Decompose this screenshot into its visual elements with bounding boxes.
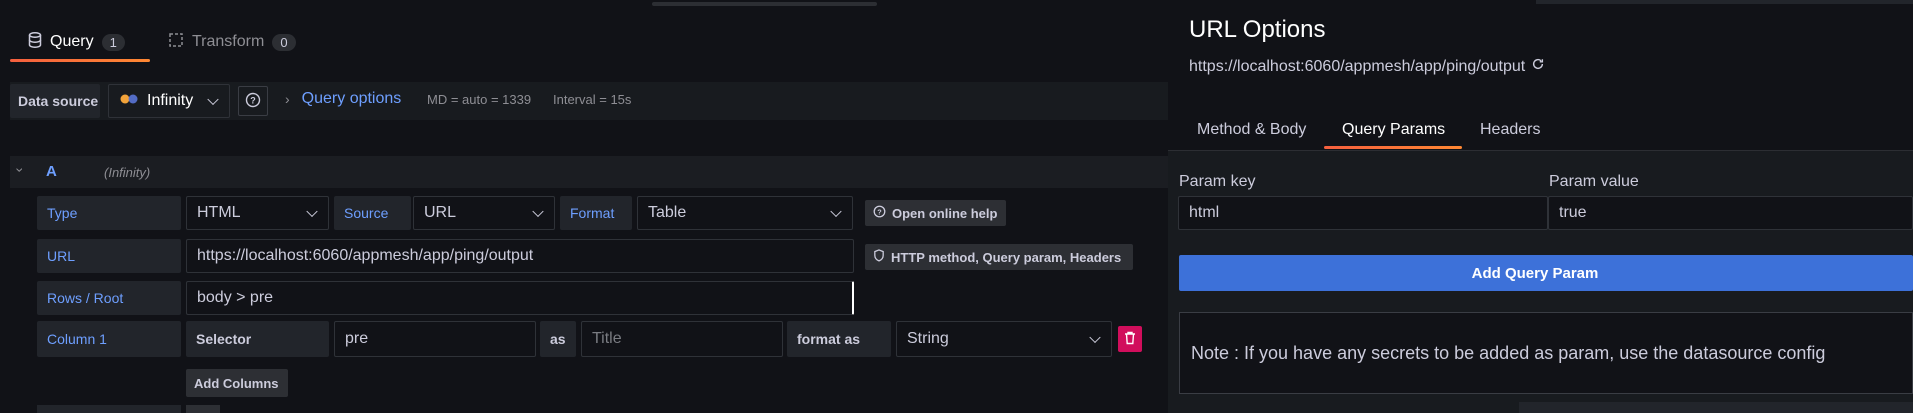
svg-text:?: ?: [877, 207, 882, 216]
source-value: URL: [424, 204, 457, 221]
tab-query[interactable]: Query 1: [28, 24, 125, 60]
tab-transform-label: Transform: [192, 33, 265, 50]
query-options-toggle[interactable]: › Query options: [285, 90, 401, 108]
as-label: as: [540, 321, 576, 357]
url-input[interactable]: https://localhost:6060/appmesh/app/ping/…: [186, 239, 854, 273]
url-options-url: https://localhost:6060/appmesh/app/ping/…: [1189, 57, 1545, 76]
chevron-right-icon: ›: [285, 91, 290, 107]
open-online-help-label: Open online help: [892, 205, 998, 221]
format-as-value: String: [907, 330, 949, 347]
url-options-panel: URL Options https://localhost:6060/appme…: [1168, 0, 1913, 413]
query-params-underline: [1324, 146, 1462, 149]
type-select[interactable]: HTML: [186, 196, 329, 230]
chevron-down-icon: [306, 205, 318, 218]
column-1-label: Column 1: [37, 321, 181, 357]
database-icon: [28, 31, 42, 53]
query-count-badge: 1: [101, 33, 125, 51]
transform-count-badge: 0: [272, 33, 296, 51]
param-key-label: Param key: [1179, 173, 1256, 190]
query-options-label: Query options: [301, 90, 402, 107]
title-input[interactable]: Title: [581, 321, 783, 357]
svg-text:?: ?: [250, 95, 256, 105]
delete-column-button[interactable]: [1118, 326, 1142, 352]
format-select[interactable]: Table: [637, 196, 853, 230]
url-label: URL: [37, 239, 181, 273]
infinity-logo-icon: [119, 92, 139, 110]
refresh-icon[interactable]: [1531, 57, 1545, 76]
http-method-label: HTTP method, Query param, Headers: [891, 249, 1122, 265]
source-select[interactable]: URL: [413, 196, 555, 230]
help-button[interactable]: ?: [238, 86, 268, 116]
type-value: HTML: [197, 204, 241, 221]
interval-info: Interval = 15s: [553, 92, 632, 107]
chevron-down-icon: [830, 205, 842, 218]
selector-input[interactable]: pre: [334, 321, 536, 357]
param-value-input[interactable]: true: [1548, 196, 1913, 230]
format-as-label: format as: [787, 321, 891, 357]
param-key-input[interactable]: html: [1178, 196, 1548, 230]
next-row-stub-2: [186, 405, 220, 413]
secrets-note-text: Note : If you have any secrets to be add…: [1191, 342, 1826, 363]
add-columns-label: Add Columns: [194, 375, 279, 391]
trash-icon: [1124, 331, 1136, 348]
datasource-select[interactable]: Infinity: [108, 84, 230, 118]
format-value: Table: [648, 204, 687, 221]
question-circle-icon: ?: [245, 92, 261, 111]
secrets-note: Note : If you have any secrets to be add…: [1179, 312, 1913, 394]
question-circle-icon: ?: [873, 205, 886, 221]
chevron-down-icon: [532, 205, 544, 218]
chevron-down-icon: [1089, 331, 1101, 344]
rows-root-label: Rows / Root: [37, 281, 181, 315]
chevron-down-icon: [207, 93, 219, 106]
datasource-label: Data source: [10, 84, 100, 118]
active-tab-underline: [10, 59, 150, 62]
tab-query-label: Query: [50, 33, 94, 50]
http-method-button[interactable]: HTTP method, Query param, Headers: [865, 244, 1133, 270]
query-ref-id[interactable]: A: [46, 163, 57, 180]
selector-label: Selector: [186, 321, 329, 357]
next-row-stub: [37, 405, 181, 413]
url-options-title: URL Options: [1189, 16, 1326, 43]
bottom-strip: [1519, 402, 1913, 413]
add-query-param-button[interactable]: Add Query Param: [1179, 255, 1913, 291]
tab-query-params[interactable]: Query Params: [1342, 121, 1445, 139]
query-row-header[interactable]: [10, 156, 1168, 188]
query-datasource-note: (Infinity): [104, 165, 151, 180]
url-options-url-text: https://localhost:6060/appmesh/app/ping/…: [1189, 57, 1526, 75]
format-as-select[interactable]: String: [896, 321, 1112, 357]
collapse-chevron-icon[interactable]: ›: [12, 168, 28, 173]
scroll-handle[interactable]: [652, 2, 877, 6]
tab-method-body[interactable]: Method & Body: [1197, 121, 1306, 139]
type-label: Type: [37, 196, 181, 230]
param-value-label: Param value: [1549, 173, 1639, 190]
transform-icon: [168, 32, 184, 53]
max-data-points: MD = auto = 1339: [427, 92, 532, 107]
panel-top-strip: [1536, 0, 1913, 4]
add-columns-button[interactable]: Add Columns: [186, 369, 288, 397]
add-query-param-label: Add Query Param: [1471, 264, 1599, 282]
datasource-selected: Infinity: [147, 92, 194, 109]
open-online-help-button[interactable]: ? Open online help: [865, 200, 1006, 226]
tab-transform[interactable]: Transform 0: [168, 24, 296, 60]
rows-root-input[interactable]: body > pre: [186, 281, 854, 315]
shield-icon: [873, 249, 885, 265]
source-label: Source: [334, 196, 411, 230]
format-label: Format: [560, 196, 632, 230]
tab-headers[interactable]: Headers: [1480, 121, 1540, 139]
